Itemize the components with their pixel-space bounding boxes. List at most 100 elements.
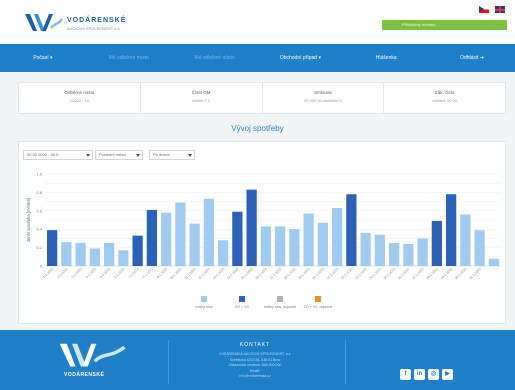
chart-bar[interactable] — [360, 232, 371, 266]
nav-item-3[interactable]: Obchodní případ ▾ — [257, 44, 343, 72]
chart-bar[interactable] — [75, 243, 86, 266]
facebook-icon[interactable]: f — [400, 369, 411, 380]
x-tick-label: 28.1.2021 — [426, 267, 440, 281]
chart-bar[interactable] — [317, 222, 329, 266]
chart-bar[interactable] — [118, 250, 129, 266]
y-tick-label: 0.4 — [36, 227, 42, 232]
chart-bar[interactable] — [61, 242, 72, 266]
legend-label: ZO + VS, dopočet — [303, 305, 333, 309]
chart-bar[interactable] — [175, 202, 186, 266]
logo-mark-icon — [25, 14, 64, 31]
info-value: ###### 00 00 — [432, 98, 457, 103]
logo-name: VODÁRENSKÉ — [67, 17, 127, 24]
x-tick-label: 25.1.2021 — [383, 267, 397, 281]
chart-bar[interactable] — [374, 234, 386, 266]
chart-legend: reálný stav ZO + VS reálný stav, dopočet ZO… — [179, 296, 429, 312]
x-tick-label: 1.1.2021 — [42, 267, 54, 279]
chart-bar[interactable] — [474, 230, 485, 266]
nav-item-4[interactable]: Hlášenka — [343, 44, 429, 72]
main-navigation: Počasí ▾ Mé odběrné místo Mé odběrné místo… — [0, 44, 515, 72]
x-tick-label: 3.1.2021 — [71, 267, 83, 279]
chart-bar[interactable] — [488, 258, 500, 266]
chart-bar[interactable] — [103, 243, 115, 266]
x-tick-label: 5.1.2021 — [99, 267, 111, 279]
chart-bar[interactable] — [217, 240, 229, 266]
linkedin-icon[interactable]: in — [414, 369, 425, 380]
y-tick-label: 1.0 — [36, 172, 42, 177]
legend-swatch — [315, 296, 321, 302]
y-tick-label: 0.2 — [36, 245, 42, 250]
chart-bar[interactable] — [46, 230, 58, 266]
chart-bar[interactable] — [132, 235, 143, 266]
social-links: f in ◎ ▶ — [400, 369, 456, 387]
chart-bar[interactable] — [403, 243, 414, 266]
footer: VODÁRENSKÉ KONTAKT VODÁRENSKÁ AKCIOVÁ SP… — [0, 330, 515, 390]
chart-bar[interactable] — [460, 214, 471, 266]
x-tick-label: 21.1.2021 — [326, 267, 340, 281]
flag-cz-icon[interactable] — [478, 6, 489, 13]
chart-bar[interactable] — [246, 189, 257, 266]
info-value: 00 000 00 ####### 0 — [303, 98, 342, 103]
contact-line: info@vodarenska.cz — [239, 374, 271, 378]
chart-bar[interactable] — [445, 194, 457, 266]
consumption-bar-chart: 0 0.2 0.4 0.6 0.8 1.0 denní spotřeba [m³/den] 1… — [26, 172, 501, 281]
info-cell: Odběrné místo 10000 - 10 — [19, 83, 141, 113]
x-tick-label: 2.1.2021 — [56, 267, 68, 279]
info-value: 10000 - 10 — [69, 98, 89, 103]
x-tick-label: 7.1.2021 — [128, 267, 140, 279]
user-account-button[interactable]: Přihlášený uživatel — [382, 20, 507, 30]
footer-logo[interactable]: VODÁRENSKÉ — [58, 342, 128, 382]
chart-bar[interactable] — [289, 229, 300, 266]
chart-bar[interactable] — [274, 226, 286, 266]
chart-bar[interactable] — [160, 212, 172, 266]
contact-title: KONTAKT — [239, 342, 271, 348]
x-tick-label: 4.1.2021 — [85, 267, 97, 279]
chart-bar[interactable] — [189, 223, 200, 266]
chart-bar[interactable] — [417, 238, 428, 266]
nav-item-5[interactable]: Odhlásit ➜ — [429, 44, 515, 72]
x-tick-label: 24.1.2021 — [369, 267, 383, 281]
flag-en-icon[interactable] — [495, 6, 505, 13]
legend-swatch — [277, 296, 283, 302]
x-tick-label: 26.1.2021 — [397, 267, 411, 281]
x-tick-label: 18.1.2021 — [283, 267, 297, 281]
y-axis-label: denní spotřeba [m³/den] — [26, 198, 31, 242]
company-logo[interactable]: VODÁRENSKÉ AKCIOVÁ SPOLEČNOST a.s. — [24, 11, 134, 35]
youtube-icon[interactable]: ▶ — [442, 369, 453, 380]
x-tick-label: 14.1.2021 — [226, 267, 240, 281]
info-label: Odběrné místo — [64, 90, 95, 95]
info-cell: Zák. číslo ###### 00 00 — [384, 83, 505, 113]
nav-item-2[interactable]: Mé odběrné místo — [172, 44, 258, 72]
info-label: Zák. číslo — [434, 90, 455, 95]
footer-logo-text: VODÁRENSKÉ — [64, 372, 105, 378]
consumption-chart-card: 00.00.0000 - 00.0 Poslední měsíc Po dnec… — [18, 141, 506, 324]
x-tick-label: 11.1.2021 — [184, 267, 197, 280]
info-cell: Číslo OM ##### 0 0 — [141, 83, 263, 113]
footer-divider — [168, 340, 169, 384]
contact-block: KONTAKT VODÁRENSKÁ AKCIOVÁ SPOLEČNOST, a… — [190, 342, 320, 380]
chart-bar[interactable] — [346, 194, 357, 266]
chart-bar[interactable] — [388, 243, 400, 266]
x-tick-label: 8.1.2021 — [142, 267, 154, 279]
chart-bar[interactable] — [89, 248, 101, 266]
chart-bar[interactable] — [331, 208, 343, 266]
chart-bar[interactable] — [260, 226, 272, 266]
instagram-icon[interactable]: ◎ — [428, 369, 439, 380]
chart-bar[interactable] — [232, 211, 243, 266]
header: VODÁRENSKÉ AKCIOVÁ SPOLEČNOST a.s. Přihl… — [0, 0, 515, 44]
info-value: ##### 0 0 — [192, 98, 211, 103]
legend-item[interactable]: ZO + VS, dopočet — [293, 296, 343, 309]
chart-bar[interactable] — [431, 220, 443, 266]
chart-bar[interactable] — [146, 209, 158, 266]
x-tick-label: 27.1.2021 — [411, 267, 425, 281]
x-tick-label: 20.1.2021 — [312, 267, 326, 281]
chart-bar[interactable] — [203, 198, 215, 266]
y-tick-label: 0 — [40, 264, 43, 269]
nav-item-1[interactable]: Mé odběrné místo — [86, 44, 172, 72]
nav-item-0[interactable]: Počasí ▾ — [0, 44, 86, 72]
legend-swatch — [239, 296, 245, 302]
x-tick-label: 6.1.2021 — [113, 267, 125, 279]
chart-bar[interactable] — [303, 213, 314, 266]
x-tick-label: 23.1.2021 — [354, 267, 368, 281]
x-tick-label: 15.1.2021 — [240, 267, 254, 281]
